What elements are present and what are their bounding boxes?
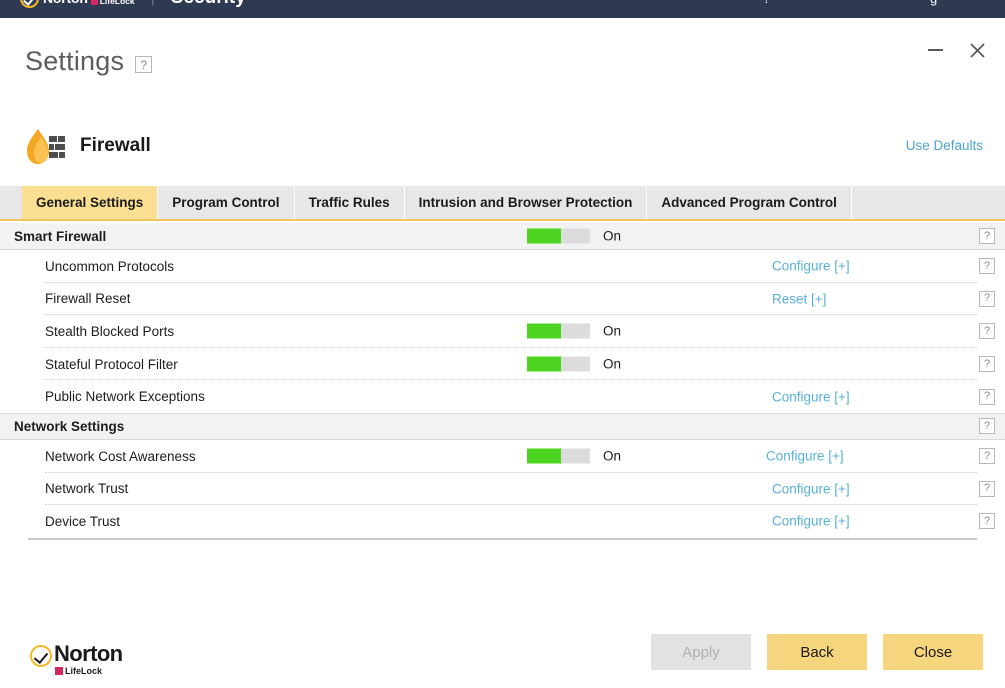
row-label: Network Trust [45, 481, 129, 497]
app-header-section: Security [171, 0, 246, 9]
settings-row-device-trust: Device Trust Configure [+] ? [0, 505, 1005, 538]
tab-label: General Settings [36, 195, 144, 210]
stateful-protocol-filter-toggle[interactable] [527, 356, 590, 372]
row-help-icon[interactable]: ? [979, 480, 995, 497]
network-cost-awareness-configure-link[interactable]: Configure [+] [766, 449, 844, 464]
row-help-icon[interactable]: ? [979, 448, 995, 465]
close-button[interactable]: Close [883, 634, 983, 670]
row-label: Network Cost Awareness [45, 448, 196, 464]
page-title-row: Settings ? [25, 46, 153, 77]
minimize-icon[interactable] [923, 38, 947, 62]
app-brand-name: Norton [43, 0, 88, 6]
settings-row-public-network-exceptions: Public Network Exceptions Configure [+] … [0, 380, 1005, 413]
settings-list: Smart Firewall On ? Uncommon Protocols C… [0, 223, 1005, 540]
list-bottom-divider [28, 537, 977, 540]
row-help-icon[interactable]: ? [979, 418, 995, 435]
window-controls [923, 38, 989, 62]
back-button[interactable]: Back [767, 634, 867, 670]
tab-bar-left-spacer [0, 186, 22, 219]
settings-row-network-cost-awareness: Network Cost Awareness On Configure [+] … [0, 439, 1005, 473]
row-help-icon[interactable]: ? [979, 388, 995, 405]
close-icon[interactable] [965, 38, 989, 62]
toggle-group: On [527, 228, 622, 244]
footer-brand-name: Norton [54, 641, 123, 666]
tab-traffic-rules[interactable]: Traffic Rules [295, 186, 405, 219]
settings-section-smart-firewall: Smart Firewall On ? [0, 223, 1005, 250]
app-header-separator: | [151, 0, 155, 7]
tab-program-control[interactable]: Program Control [158, 186, 295, 219]
settings-row-uncommon-protocols: Uncommon Protocols Configure [+] ? [0, 250, 1005, 283]
row-help-icon[interactable]: ? [979, 356, 995, 373]
tab-label: Advanced Program Control [661, 195, 837, 210]
tab-advanced-program-control[interactable]: Advanced Program Control [647, 186, 852, 219]
toggle-state-label: On [603, 448, 622, 464]
footer-brand-lifelock: LifeLock [55, 666, 123, 676]
row-label: Stealth Blocked Ports [45, 323, 175, 339]
row-help-icon[interactable]: ? [979, 323, 995, 340]
uncommon-protocols-configure-link[interactable]: Configure [+] [772, 259, 850, 274]
toggle-group: On [527, 323, 622, 339]
app-header-right-item-1[interactable]: g [930, 0, 937, 6]
stealth-blocked-ports-toggle[interactable] [527, 323, 590, 339]
app-brand-lifelock: LifeLock [90, 0, 135, 6]
public-network-exceptions-configure-link[interactable]: Configure [+] [772, 389, 850, 404]
row-label: Smart Firewall [14, 228, 107, 244]
firewall-reset-link[interactable]: Reset [+] [772, 291, 826, 306]
settings-row-stealth-blocked-ports: Stealth Blocked Ports On ? [0, 315, 1005, 348]
toggle-group: On [527, 356, 622, 372]
firewall-flame-icon [22, 125, 68, 167]
tab-bar-fill [852, 186, 1005, 219]
tab-label: Intrusion and Browser Protection [418, 195, 633, 210]
tab-intrusion-and-browser-protection[interactable]: Intrusion and Browser Protection [405, 186, 648, 219]
tab-label: Program Control [172, 195, 280, 210]
row-help-icon[interactable]: ? [979, 513, 995, 530]
settings-row-network-trust: Network Trust Configure [+] ? [0, 472, 1005, 506]
footer-norton-logo: Norton LifeLock [30, 643, 123, 676]
use-defaults-link[interactable]: Use Defaults [906, 138, 983, 153]
page-title: Settings [25, 46, 125, 76]
network-trust-configure-link[interactable]: Configure [+] [772, 481, 850, 496]
row-label: Stateful Protocol Filter [45, 356, 178, 372]
tab-bar: General Settings Program Control Traffic… [0, 186, 1005, 221]
settings-section-network-settings: Network Settings ? [0, 412, 1005, 440]
tab-label: Traffic Rules [308, 195, 390, 210]
page-help-icon[interactable]: ? [135, 56, 153, 73]
settings-row-stateful-protocol-filter: Stateful Protocol Filter On ? [0, 347, 1005, 381]
toggle-state-label: On [603, 323, 622, 339]
row-help-icon[interactable]: ? [979, 258, 995, 275]
row-label: Firewall Reset [45, 291, 131, 307]
norton-logo-icon [20, 0, 39, 8]
settings-row-firewall-reset: Firewall Reset Reset [+] ? [0, 282, 1005, 316]
lifelock-square-icon [55, 667, 63, 675]
lifelock-square-icon [90, 0, 98, 5]
module-banner: Firewall Use Defaults [0, 118, 1005, 174]
smart-firewall-toggle[interactable] [527, 228, 590, 244]
network-cost-awareness-toggle[interactable] [527, 448, 590, 464]
toggle-state-label: On [603, 228, 622, 244]
footer-buttons: Apply Back Close [651, 634, 983, 670]
apply-button[interactable]: Apply [651, 634, 751, 670]
row-label: Network Settings [14, 418, 125, 434]
row-help-icon[interactable]: ? [979, 228, 995, 244]
app-header-right-item-0[interactable]: ? [763, 0, 770, 6]
app-header: Norton LifeLock | Security g ? [0, 0, 1005, 18]
module-title: Firewall [80, 135, 151, 156]
row-help-icon[interactable]: ? [979, 290, 995, 307]
norton-checkmark-icon [30, 645, 52, 667]
tab-general-settings[interactable]: General Settings [22, 186, 159, 219]
row-label: Uncommon Protocols [45, 258, 175, 274]
toggle-group: On [527, 448, 622, 464]
row-label: Public Network Exceptions [45, 389, 205, 405]
toggle-state-label: On [603, 356, 622, 372]
row-label: Device Trust [45, 513, 121, 529]
device-trust-configure-link[interactable]: Configure [+] [772, 514, 850, 529]
